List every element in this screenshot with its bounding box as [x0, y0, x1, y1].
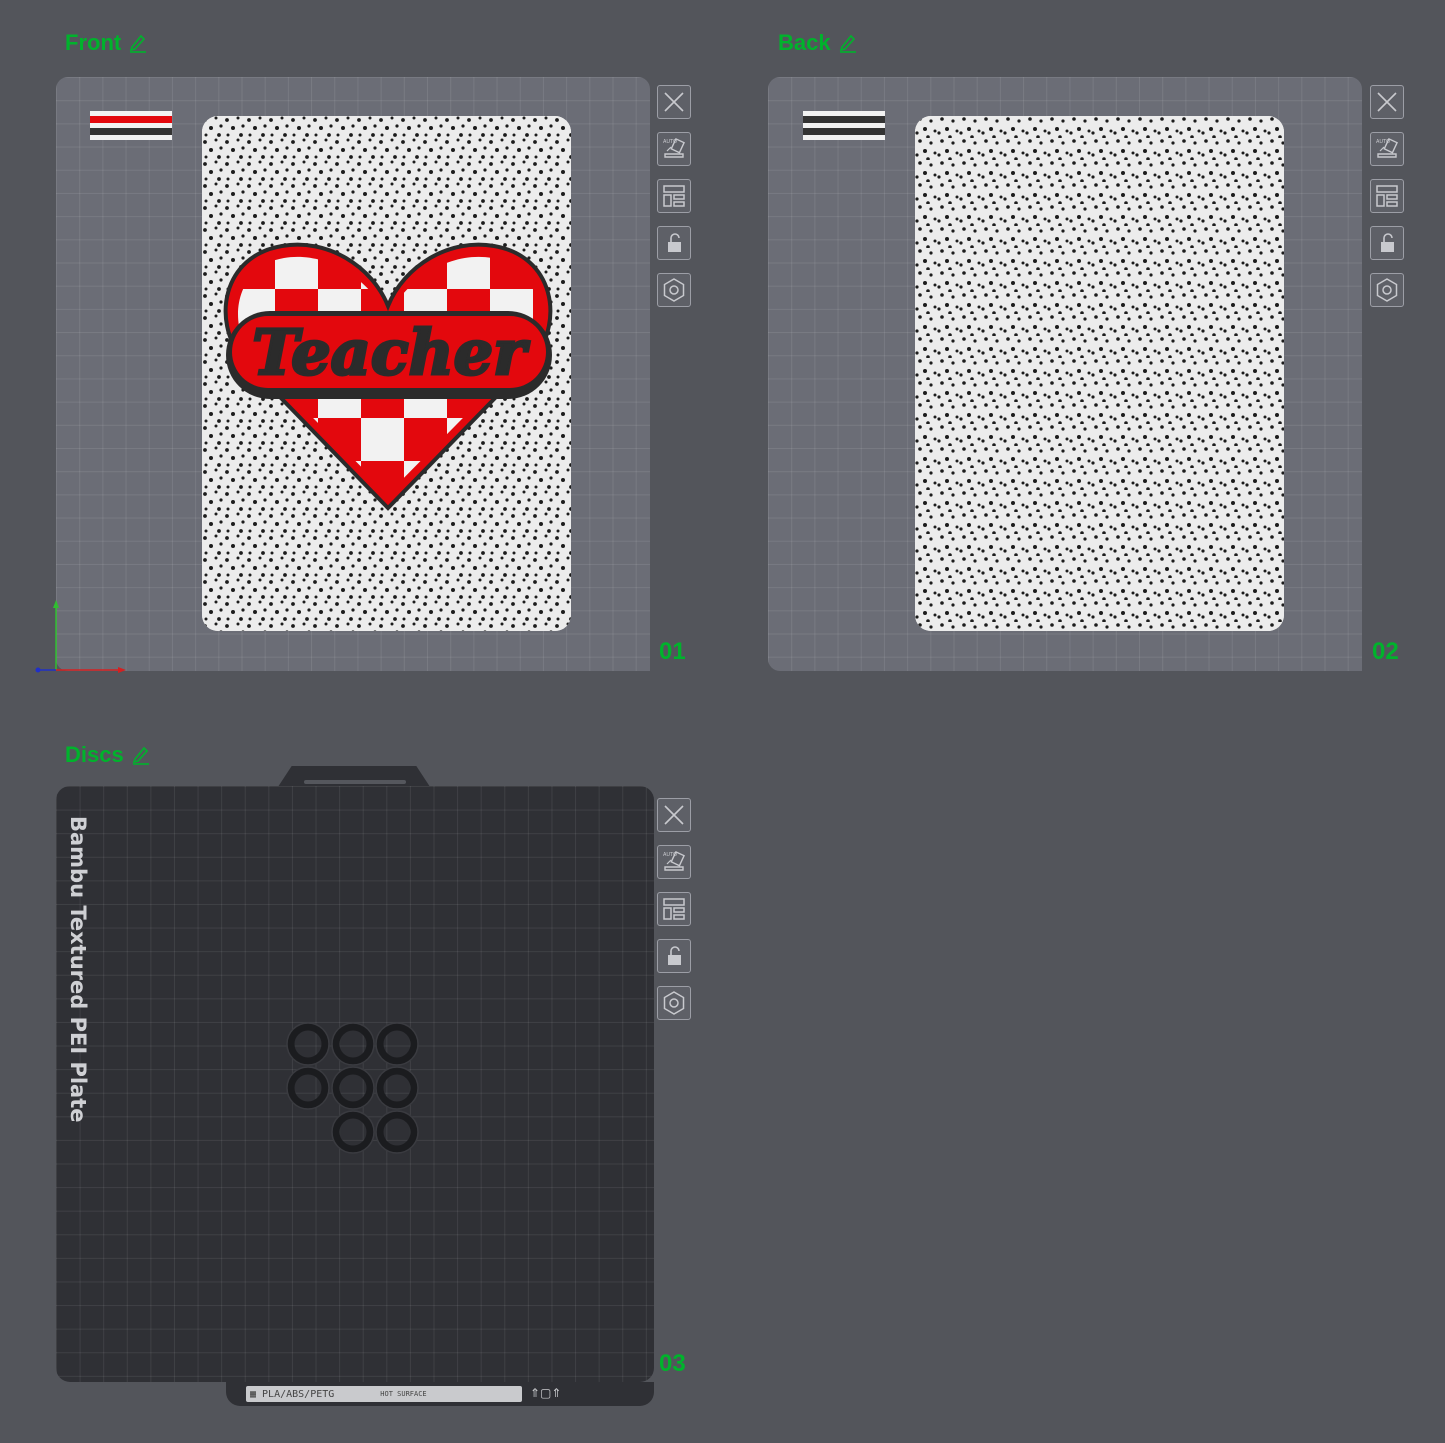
hot-surface-warning: HOT SURFACE: [380, 1389, 427, 1398]
auto-orient-icon[interactable]: AUTO: [1370, 132, 1404, 166]
plate-settings-icon[interactable]: [1370, 273, 1404, 307]
plate-footer-icons: ⇑▢⇑: [530, 1386, 562, 1400]
plate-number-03: 03: [659, 1350, 686, 1377]
filament-swatch: [803, 111, 885, 140]
plate-number-02: 02: [1372, 638, 1399, 665]
plate-name-discs: Discs: [65, 742, 124, 767]
auto-orient-icon[interactable]: AUTO: [657, 132, 691, 166]
teacher-text: Teacher: [252, 316, 530, 389]
arrange-icon[interactable]: [1370, 179, 1404, 213]
plate-footer-strip: ▦ PLA/ABS/PETG HOT SURFACE: [246, 1386, 522, 1402]
plate-name-front: Front: [65, 30, 122, 55]
plate-qr-icon: ▦: [250, 1388, 257, 1400]
plate-type-label: Bambu Textured PEI Plate: [66, 816, 90, 1123]
close-icon[interactable]: [657, 798, 691, 832]
plate-title-back: Back: [778, 30, 859, 56]
close-icon[interactable]: [1370, 85, 1404, 119]
plate-toolbar-back: AUTO: [1370, 85, 1404, 307]
binder-discs[interactable]: [284, 1020, 424, 1160]
plate-toolbar-front: AUTO: [657, 85, 691, 307]
arrange-icon[interactable]: [657, 892, 691, 926]
plate-title-discs: Discs: [65, 742, 152, 768]
close-icon[interactable]: [657, 85, 691, 119]
axis-gizmo: [35, 600, 126, 673]
edit-name-icon[interactable]: [127, 32, 149, 54]
lock-icon[interactable]: [657, 939, 691, 973]
filament-swatch: [90, 111, 172, 140]
plate-toolbar-discs: AUTO: [657, 798, 691, 1020]
edit-name-icon[interactable]: [130, 744, 152, 766]
front-cover-card[interactable]: Teacher: [202, 116, 571, 631]
lock-icon[interactable]: [657, 226, 691, 260]
plate-title-front: Front: [65, 30, 149, 56]
arrange-icon[interactable]: [657, 179, 691, 213]
lock-icon[interactable]: [1370, 226, 1404, 260]
back-cover-card[interactable]: [915, 116, 1284, 631]
plate-handle-slot: [304, 780, 406, 784]
plate-settings-icon[interactable]: [657, 986, 691, 1020]
plate-number-01: 01: [659, 638, 686, 665]
edit-name-icon[interactable]: [837, 32, 859, 54]
plate-name-back: Back: [778, 30, 831, 55]
plate-settings-icon[interactable]: [657, 273, 691, 307]
filament-types: PLA/ABS/PETG: [262, 1388, 335, 1400]
auto-orient-icon[interactable]: AUTO: [657, 845, 691, 879]
